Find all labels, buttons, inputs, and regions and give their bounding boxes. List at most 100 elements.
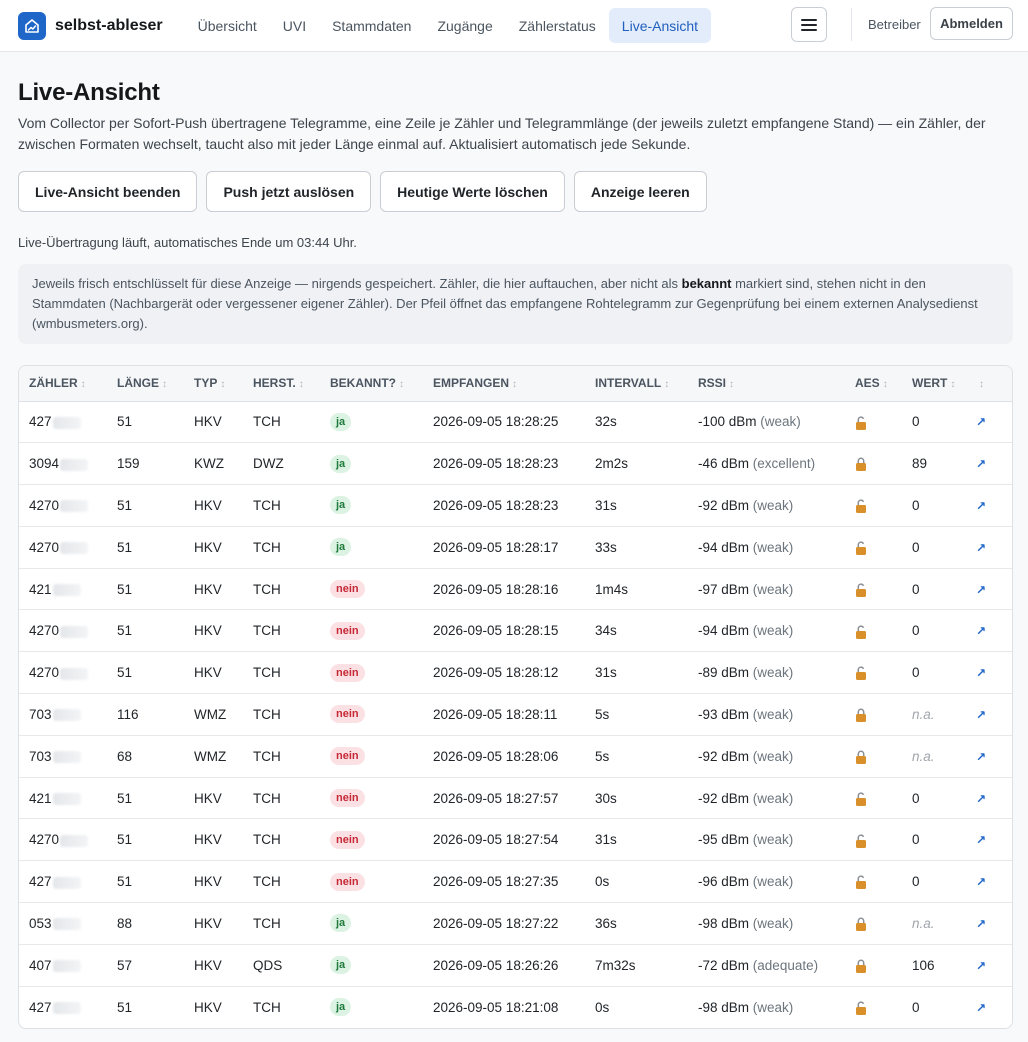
- external-arrow-icon[interactable]: ↗: [976, 750, 986, 764]
- column-header-zähler[interactable]: ZÄHLER ↕: [19, 366, 107, 402]
- interval: 33s: [595, 539, 617, 555]
- telegram-link-cell[interactable]: ↗: [966, 609, 1012, 653]
- redacted-mask: [52, 709, 81, 722]
- telegram-link-cell[interactable]: ↗: [966, 442, 1012, 486]
- nav-item-übersicht[interactable]: Übersicht: [185, 8, 270, 43]
- interval-cell: 36s: [585, 902, 688, 945]
- external-arrow-icon[interactable]: ↗: [976, 708, 986, 722]
- external-arrow-icon[interactable]: ↗: [976, 833, 986, 847]
- value-cell: 106: [902, 944, 966, 987]
- external-arrow-icon[interactable]: ↗: [976, 415, 986, 429]
- aes-cell: [845, 609, 902, 653]
- aes-cell: [845, 651, 902, 695]
- telegram-link-cell[interactable]: ↗: [966, 735, 1012, 778]
- external-arrow-icon[interactable]: ↗: [976, 875, 986, 889]
- nav-item-stammdaten[interactable]: Stammdaten: [319, 8, 424, 43]
- length-cell: 68: [107, 735, 184, 778]
- telegram-length: 51: [117, 581, 133, 597]
- rssi-cell: -96 dBm (weak): [688, 860, 845, 904]
- nav-item-zugänge[interactable]: Zugänge: [424, 8, 505, 43]
- column-header-aes[interactable]: AES ↕: [845, 366, 902, 402]
- column-header-empfangen[interactable]: EMPFANGEN ↕: [423, 366, 585, 402]
- top-navbar: selbst-ableser Übersicht UVI Stammdaten Zug…: [0, 0, 1028, 52]
- rssi-cell: -72 dBm (adequate): [688, 944, 845, 987]
- column-header-herst[interactable]: HERST. ↕: [243, 366, 320, 402]
- telegram-link-cell[interactable]: ↗: [966, 568, 1012, 611]
- lock-open-icon: [855, 1000, 867, 1016]
- trigger-push-button[interactable]: Push jetzt auslösen: [206, 171, 372, 212]
- received-cell: 2026-09-05 18:28:17: [423, 526, 585, 569]
- redacted-mask: [60, 458, 89, 471]
- external-arrow-icon[interactable]: ↗: [976, 583, 986, 597]
- telegram-link-cell[interactable]: ↗: [966, 777, 1012, 820]
- column-header-label: TYP: [194, 376, 218, 391]
- meter-type: HKV: [194, 539, 222, 555]
- telegram-link-cell[interactable]: ↗: [966, 818, 1012, 862]
- column-header-länge[interactable]: LÄNGE ↕: [107, 366, 184, 402]
- column-header-wert[interactable]: WERT ↕: [902, 366, 966, 402]
- brand[interactable]: selbst-ableser: [18, 0, 163, 52]
- external-arrow-icon[interactable]: ↗: [976, 499, 986, 513]
- external-arrow-icon[interactable]: ↗: [976, 959, 986, 973]
- manufacturer: TCH: [253, 874, 281, 890]
- meter-type: HKV: [194, 832, 222, 848]
- telegram-link-cell[interactable]: ↗: [966, 693, 1012, 736]
- length-cell: 51: [107, 860, 184, 904]
- aes-cell: [845, 944, 902, 987]
- table-row: 4270 51 HKV TCH nein 2026-09-05 18:28:15 34s -9…: [19, 609, 1012, 653]
- external-arrow-icon[interactable]: ↗: [976, 457, 986, 471]
- rssi-quality: (weak): [752, 623, 794, 639]
- known-cell: ja: [320, 986, 423, 1028]
- aes-cell: [845, 735, 902, 778]
- stop-live-button[interactable]: Live-Ansicht beenden: [18, 171, 198, 212]
- meter-id-cell: 703: [19, 735, 107, 778]
- external-arrow-icon[interactable]: ↗: [976, 666, 986, 680]
- manufacturer: TCH: [253, 832, 281, 848]
- known-badge: ja: [330, 496, 352, 515]
- clear-display-button[interactable]: Anzeige leeren: [573, 171, 707, 212]
- received-cell: 2026-09-05 18:27:35: [423, 860, 585, 904]
- known-cell: ja: [320, 526, 423, 569]
- length-cell: 159: [107, 442, 184, 486]
- known-cell: nein: [320, 818, 423, 862]
- rssi-cell: -98 dBm (weak): [688, 986, 845, 1028]
- telegram-link-cell[interactable]: ↗: [966, 484, 1012, 527]
- external-arrow-icon[interactable]: ↗: [976, 541, 986, 555]
- column-header-bekannt[interactable]: BEKANNT? ↕: [320, 366, 423, 402]
- telegram-link-cell[interactable]: ↗: [966, 526, 1012, 569]
- value-cell: 0: [902, 609, 966, 653]
- column-header-link[interactable]: ↕: [966, 366, 1012, 402]
- table-header-row: ZÄHLER ↕ LÄNGE ↕ TYP ↕ HERST. ↕ BEKANNT? ↕ EMPFANG…: [19, 366, 1012, 402]
- telegram-link-cell[interactable]: ↗: [966, 401, 1012, 444]
- external-arrow-icon[interactable]: ↗: [976, 917, 986, 931]
- delete-today-button[interactable]: Heutige Werte löschen: [380, 171, 565, 212]
- column-header-label: WERT: [912, 376, 948, 391]
- telegram-link-cell[interactable]: ↗: [966, 902, 1012, 945]
- telegram-link-cell[interactable]: ↗: [966, 651, 1012, 695]
- type-cell: HKV: [184, 484, 243, 527]
- column-header-intervall[interactable]: INTERVALL ↕: [585, 366, 688, 402]
- manufacturer: TCH: [253, 790, 281, 806]
- column-header-label: LÄNGE: [117, 376, 159, 391]
- column-header-rssi[interactable]: RSSI ↕: [688, 366, 845, 402]
- meter-type: HKV: [194, 665, 222, 681]
- manufacturer-cell: TCH: [243, 526, 320, 569]
- meter-type: HKV: [194, 414, 222, 430]
- manufacturer: TCH: [253, 539, 281, 555]
- telegram-link-cell[interactable]: ↗: [966, 944, 1012, 987]
- external-arrow-icon[interactable]: ↗: [976, 1001, 986, 1015]
- external-arrow-icon[interactable]: ↗: [976, 792, 986, 806]
- nav-item-live-ansicht[interactable]: Live-Ansicht: [608, 8, 712, 43]
- nav-item-uvi[interactable]: UVI: [270, 8, 319, 43]
- column-header-typ[interactable]: TYP ↕: [184, 366, 243, 402]
- nav-item-zählerstatus[interactable]: Zählerstatus: [506, 8, 609, 43]
- telegram-link-cell[interactable]: ↗: [966, 986, 1012, 1028]
- menu-button[interactable]: [791, 7, 827, 42]
- logout-button[interactable]: Abmelden: [930, 7, 1013, 40]
- meter-id-cell: 4270: [19, 484, 107, 527]
- external-arrow-icon[interactable]: ↗: [976, 624, 986, 638]
- lock-open-icon: [855, 874, 867, 890]
- meter-value: 0: [912, 581, 920, 597]
- telegram-link-cell[interactable]: ↗: [966, 860, 1012, 904]
- telegram-length: 159: [117, 456, 140, 472]
